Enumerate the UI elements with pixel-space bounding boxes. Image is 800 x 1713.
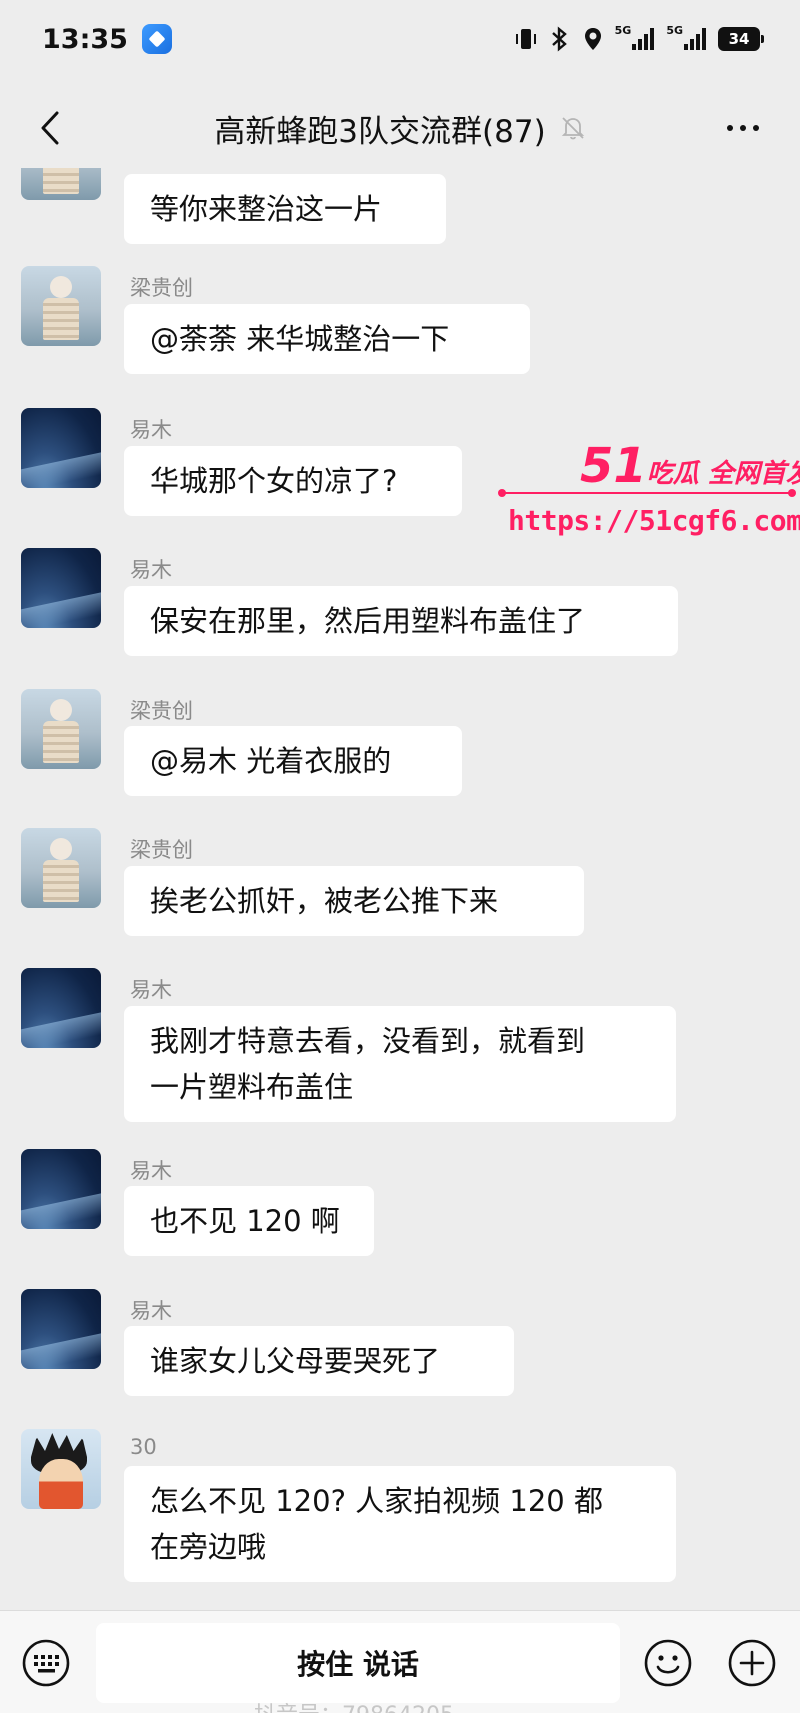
message-bubble[interactable]: @荼荼 来华城整治一下 (124, 304, 530, 374)
message-bubble[interactable]: 也不见 120 啊 (124, 1186, 374, 1256)
back-arrow-icon[interactable] (28, 106, 72, 150)
avatar[interactable] (21, 548, 101, 628)
sender-name: 梁贵创 (130, 699, 193, 723)
app-notification-icon (141, 24, 172, 54)
message-list[interactable]: 等你来整治这一片 梁贵创 @荼荼 来华城整治一下 易木 华城那个女的凉了? 易木… (0, 168, 800, 1610)
message-bubble[interactable]: 华城那个女的凉了? (124, 446, 462, 516)
watermark-brand: 51吃瓜 全网首发 (580, 438, 800, 494)
message-line: 我刚才特意去看，没看到，就看到 (150, 1024, 586, 1058)
avatar[interactable] (21, 1149, 101, 1229)
chat-screen: 13:35 5G 5G 34 高新蜂跑3队交流群(87) 等你来整治这一片 梁贵… (0, 0, 800, 1713)
message-bubble[interactable]: 挨老公抓奸，被老公推下来 (124, 866, 584, 936)
message-bubble[interactable]: 怎么不见 120? 人家拍视频 120 都 在旁边哦 (124, 1466, 676, 1582)
chat-header: 高新蜂跑3队交流群(87) (0, 78, 800, 178)
sender-name: 易木 (130, 558, 172, 582)
sender-name: 易木 (130, 1159, 172, 1183)
signal-2-icon: 5G (666, 24, 706, 54)
sender-name: 梁贵创 (130, 276, 193, 300)
watermark-dot-icon (788, 489, 796, 497)
vibrate-icon (515, 24, 537, 54)
bluetooth-icon (549, 24, 571, 54)
status-bar: 13:35 5G 5G 34 (0, 0, 800, 78)
watermark: 51吃瓜 全网首发 https://51cgf6.com (498, 438, 800, 548)
message-bubble[interactable]: 我刚才特意去看，没看到，就看到 一片塑料布盖住 (124, 1006, 676, 1122)
message-line: 在旁边哦 (150, 1530, 267, 1564)
group-name: 高新蜂跑3队交流群(87) (214, 113, 546, 150)
signal-1-icon: 5G (615, 24, 655, 54)
faint-overlay-text: 抖音号：79864205 (254, 1697, 454, 1713)
watermark-url: https://51cgf6.com (508, 504, 800, 537)
keyboard-icon[interactable] (18, 1635, 74, 1691)
plus-icon[interactable] (724, 1635, 780, 1691)
avatar[interactable] (21, 408, 101, 488)
message-bubble[interactable]: 保安在那里，然后用塑料布盖住了 (124, 586, 678, 656)
sender-name: 30 (130, 1435, 157, 1459)
avatar[interactable] (21, 689, 101, 769)
mute-bell-icon (560, 115, 586, 141)
sender-name: 易木 (130, 418, 172, 442)
avatar[interactable] (21, 266, 101, 346)
battery-icon: 34 (718, 27, 764, 51)
avatar[interactable] (21, 828, 101, 908)
chat-title: 高新蜂跑3队交流群(87) (214, 106, 585, 151)
avatar[interactable] (21, 1429, 101, 1509)
avatar[interactable] (21, 1289, 101, 1369)
emoji-icon[interactable] (640, 1635, 696, 1691)
message-bubble[interactable]: 等你来整治这一片 (124, 174, 446, 244)
status-time: 13:35 (42, 23, 128, 55)
location-icon (583, 24, 603, 54)
avatar[interactable] (21, 968, 101, 1048)
input-bar: 按住 说话 抖音号：79864205 (0, 1610, 800, 1713)
hold-to-talk-button[interactable]: 按住 说话 (96, 1623, 620, 1703)
message-line: 一片塑料布盖住 (150, 1070, 354, 1104)
more-dots-icon[interactable] (720, 108, 766, 148)
message-bubble[interactable]: 谁家女儿父母要哭死了 (124, 1326, 514, 1396)
avatar[interactable] (21, 168, 101, 200)
sender-name: 易木 (130, 978, 172, 1002)
sender-name: 易木 (130, 1299, 172, 1323)
message-bubble[interactable]: @易木 光着衣服的 (124, 726, 462, 796)
watermark-divider (502, 492, 794, 494)
message-line: 怎么不见 120? 人家拍视频 120 都 (150, 1484, 603, 1518)
sender-name: 梁贵创 (130, 838, 193, 862)
